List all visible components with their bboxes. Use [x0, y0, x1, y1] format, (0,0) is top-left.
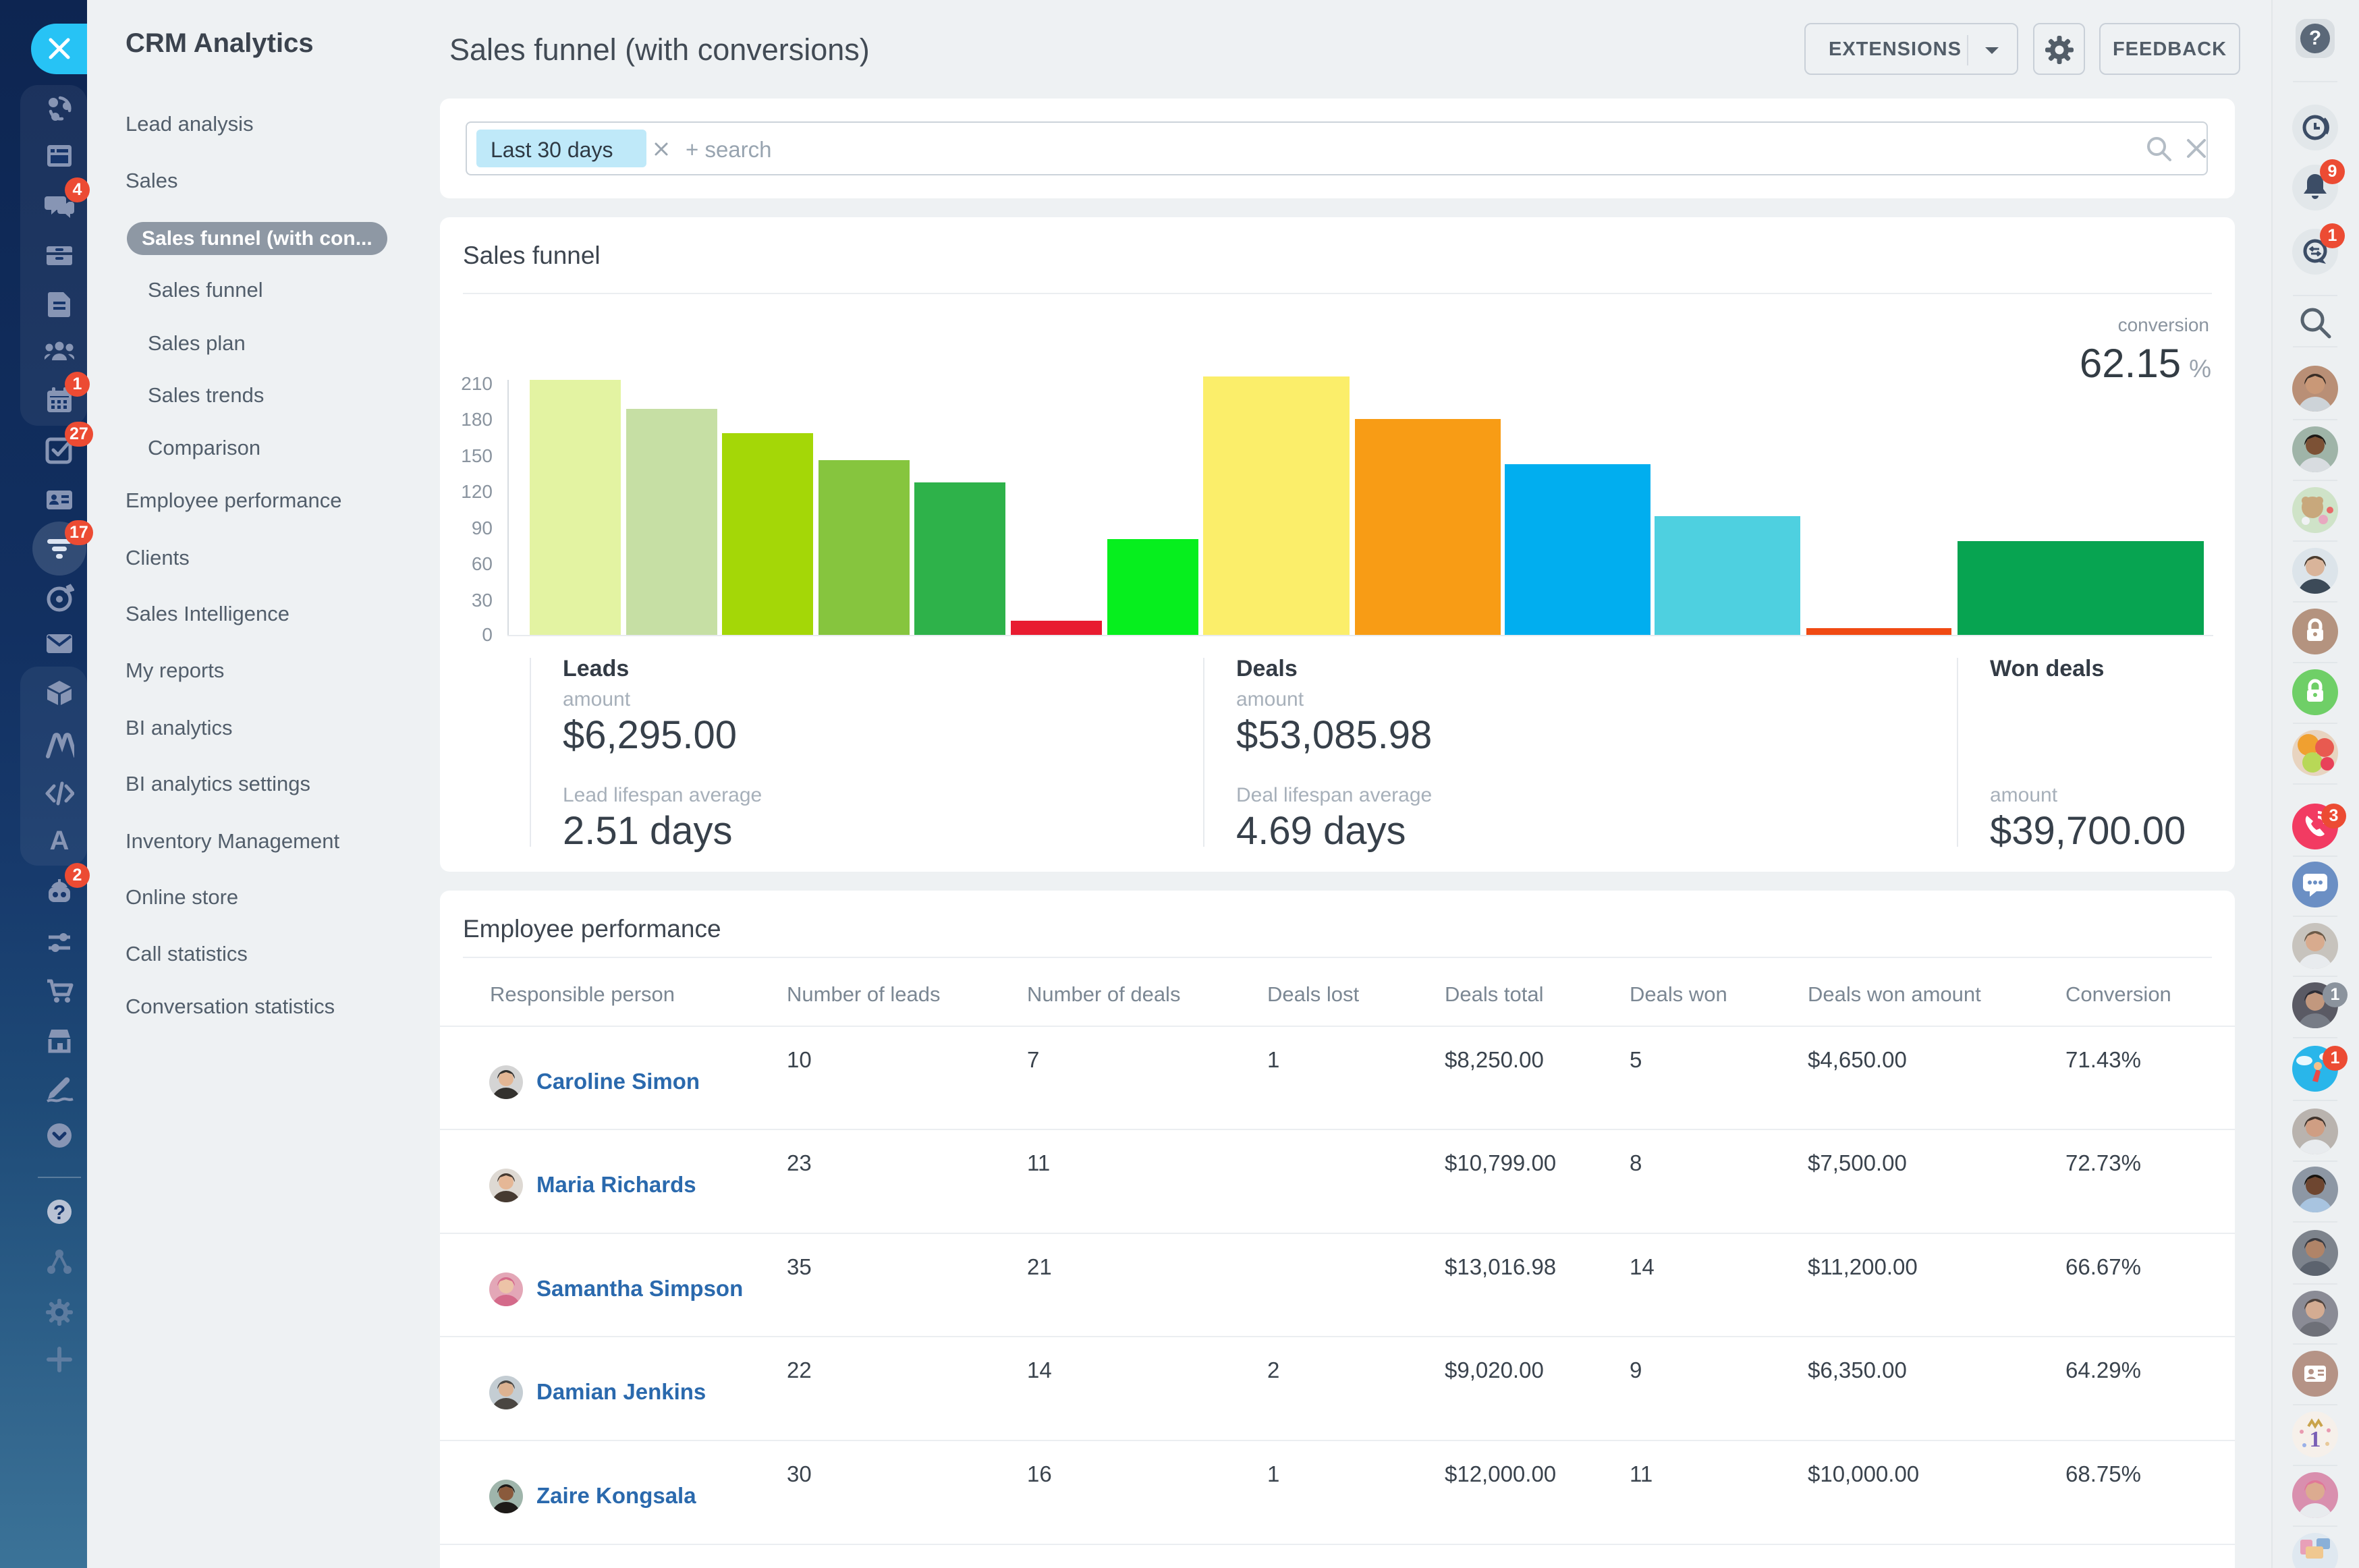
svg-text:?: ?	[53, 1202, 65, 1224]
svg-text:1: 1	[2310, 1427, 2321, 1452]
svg-text:A: A	[50, 826, 70, 855]
